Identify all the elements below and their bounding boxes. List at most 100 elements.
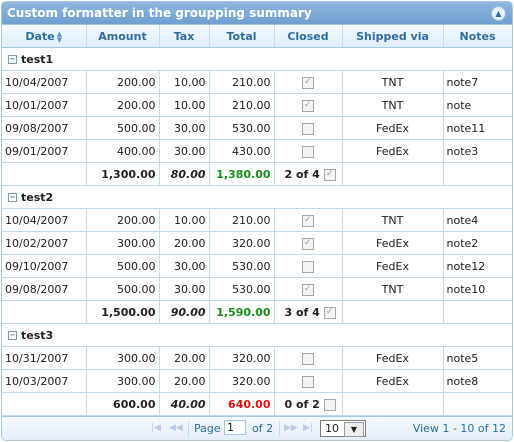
prev-page-icon[interactable]: ◀◀ [169, 423, 183, 434]
date-cell: 10/31/2007 [2, 346, 87, 370]
amount-cell: 300.00 [86, 346, 160, 370]
table-row[interactable]: 10/04/2007200.0010.00210.00 TNTnote4 [2, 208, 512, 232]
rows-per-page-select[interactable]: 10 ▼ [320, 420, 366, 437]
table-row[interactable]: 10/04/2007200.0010.00210.00 TNTnote7 [2, 70, 512, 94]
closed-checkbox[interactable] [302, 214, 314, 227]
group-header-cell: − test3 [2, 323, 512, 347]
summary-total: 1,380.00 [209, 162, 275, 186]
last-page-icon[interactable]: ▶| [302, 423, 314, 434]
table-row[interactable]: 10/02/2007300.0020.00320.00 FedExnote2 [2, 231, 512, 255]
table-row[interactable]: 09/10/2007 500.00 30.00 530.00 FedEx note12 [2, 254, 512, 278]
next-page-icon[interactable]: ▶▶ [284, 423, 298, 434]
closed-checkbox[interactable] [302, 76, 314, 89]
shipped-via-cell: FedEx [342, 116, 444, 140]
closed-checkbox[interactable] [302, 352, 314, 365]
group-name: test3 [21, 328, 54, 342]
column-header-closed[interactable]: Closed [274, 25, 343, 48]
amount-cell: 400.00 [86, 139, 160, 163]
date-cell: 10/01/2007 [2, 93, 87, 117]
group-header-row[interactable]: − test2 [2, 185, 512, 209]
page-of-label: of 2 [252, 422, 274, 435]
chevron-down-icon[interactable]: ▼ [344, 422, 364, 437]
collapse-icon[interactable]: ▲ [491, 6, 506, 21]
group-header-row[interactable]: − test1 [2, 47, 512, 71]
date-cell: 10/04/2007 [2, 70, 87, 94]
shipped-via-cell: FedEx [342, 369, 444, 393]
table-row[interactable]: 09/08/2007 500.00 30.00 530.00 FedEx note11 [2, 116, 512, 140]
notes-cell: note10 [443, 277, 512, 301]
grid-table: Date ▲ ▼ Amount Tax Total Closed Shipped v… [2, 25, 512, 416]
column-header-total[interactable]: Total [209, 25, 275, 48]
summary-closed: 2 of 4 [274, 162, 343, 186]
shipped-via-cell: FedEx [342, 254, 444, 278]
minus-square-icon[interactable]: − [8, 193, 17, 202]
summary-date-cell [2, 300, 87, 324]
minus-square-icon[interactable]: − [8, 331, 17, 340]
date-cell: 09/10/2007 [2, 254, 87, 278]
amount-cell: 300.00 [86, 231, 160, 255]
table-row[interactable]: 10/03/2007 300.00 20.00 320.00 FedEx note8 [2, 369, 512, 393]
column-header-tax[interactable]: Tax [159, 25, 210, 48]
amount-cell: 500.00 [86, 254, 160, 278]
summary-amount: 600.00 [86, 392, 160, 416]
summary-shipped-cell [342, 162, 444, 186]
view-records-text: View 1 - 10 of 12 [412, 422, 506, 435]
notes-cell: note [443, 93, 512, 117]
tax-cell: 20.00 [159, 369, 210, 393]
summary-closed-checkbox [323, 168, 336, 181]
tax-cell: 30.00 [159, 254, 210, 278]
table-row[interactable]: 09/01/2007 400.00 30.00 430.00 FedEx note3 [2, 139, 512, 163]
closed-checkbox[interactable] [302, 260, 314, 273]
date-cell: 09/01/2007 [2, 139, 87, 163]
first-page-icon[interactable]: |◀ [150, 423, 162, 434]
pager: |◀ ◀◀ Page 1 of 2 ▶▶ ▶| 10 ▼ View 1 - 10… [2, 416, 512, 440]
caption-text: Custom formatter in the groupping summar… [7, 6, 312, 20]
closed-checkbox[interactable] [302, 237, 314, 250]
summary-shipped-cell [342, 300, 444, 324]
column-header-amount[interactable]: Amount [86, 25, 160, 48]
closed-checkbox[interactable] [302, 122, 314, 135]
total-cell: 430.00 [209, 139, 275, 163]
date-cell: 09/08/2007 [2, 116, 87, 140]
summary-date-cell [2, 162, 87, 186]
closed-cell [274, 277, 343, 301]
tax-cell: 10.00 [159, 208, 210, 232]
tax-cell: 20.00 [159, 346, 210, 370]
table-row[interactable]: 10/01/2007200.0010.00210.00 TNTnote [2, 93, 512, 117]
summary-closed-count: 3 of 4 [284, 305, 320, 319]
closed-checkbox[interactable] [302, 375, 314, 388]
minus-square-icon[interactable]: − [8, 55, 17, 64]
shipped-via-cell: TNT [342, 93, 444, 117]
notes-cell: note8 [443, 369, 512, 393]
notes-cell: note4 [443, 208, 512, 232]
date-cell: 10/03/2007 [2, 369, 87, 393]
column-header-shipped-via[interactable]: Shipped via [342, 25, 444, 48]
closed-checkbox[interactable] [302, 99, 314, 112]
date-cell: 10/04/2007 [2, 208, 87, 232]
tax-cell: 30.00 [159, 277, 210, 301]
table-row[interactable]: 10/31/2007 300.00 20.00 320.00 FedEx note5 [2, 346, 512, 370]
sort-icon[interactable]: ▲ ▼ [57, 30, 62, 43]
summary-total: 640.00 [209, 392, 275, 416]
closed-cell [274, 254, 343, 278]
shipped-via-cell: TNT [342, 208, 444, 232]
date-cell: 09/08/2007 [2, 277, 87, 301]
closed-cell [274, 116, 343, 140]
summary-notes-cell [443, 392, 512, 416]
total-cell: 210.00 [209, 70, 275, 94]
group-header-row[interactable]: − test3 [2, 323, 512, 347]
closed-checkbox[interactable] [302, 283, 314, 296]
summary-tax: 80.00 [159, 162, 210, 186]
summary-closed: 0 of 2 [274, 392, 343, 416]
summary-closed-count: 0 of 2 [284, 397, 320, 411]
summary-tax: 90.00 [159, 300, 210, 324]
summary-date-cell [2, 392, 87, 416]
tax-cell: 20.00 [159, 231, 210, 255]
column-header-date[interactable]: Date ▲ ▼ [2, 25, 87, 48]
closed-checkbox[interactable] [302, 145, 314, 158]
table-row[interactable]: 09/08/2007500.0030.00530.00 TNTnote10 [2, 277, 512, 301]
total-cell: 320.00 [209, 231, 275, 255]
column-header-notes[interactable]: Notes [443, 25, 512, 48]
page-input[interactable]: 1 [224, 420, 246, 435]
closed-cell [274, 93, 343, 117]
